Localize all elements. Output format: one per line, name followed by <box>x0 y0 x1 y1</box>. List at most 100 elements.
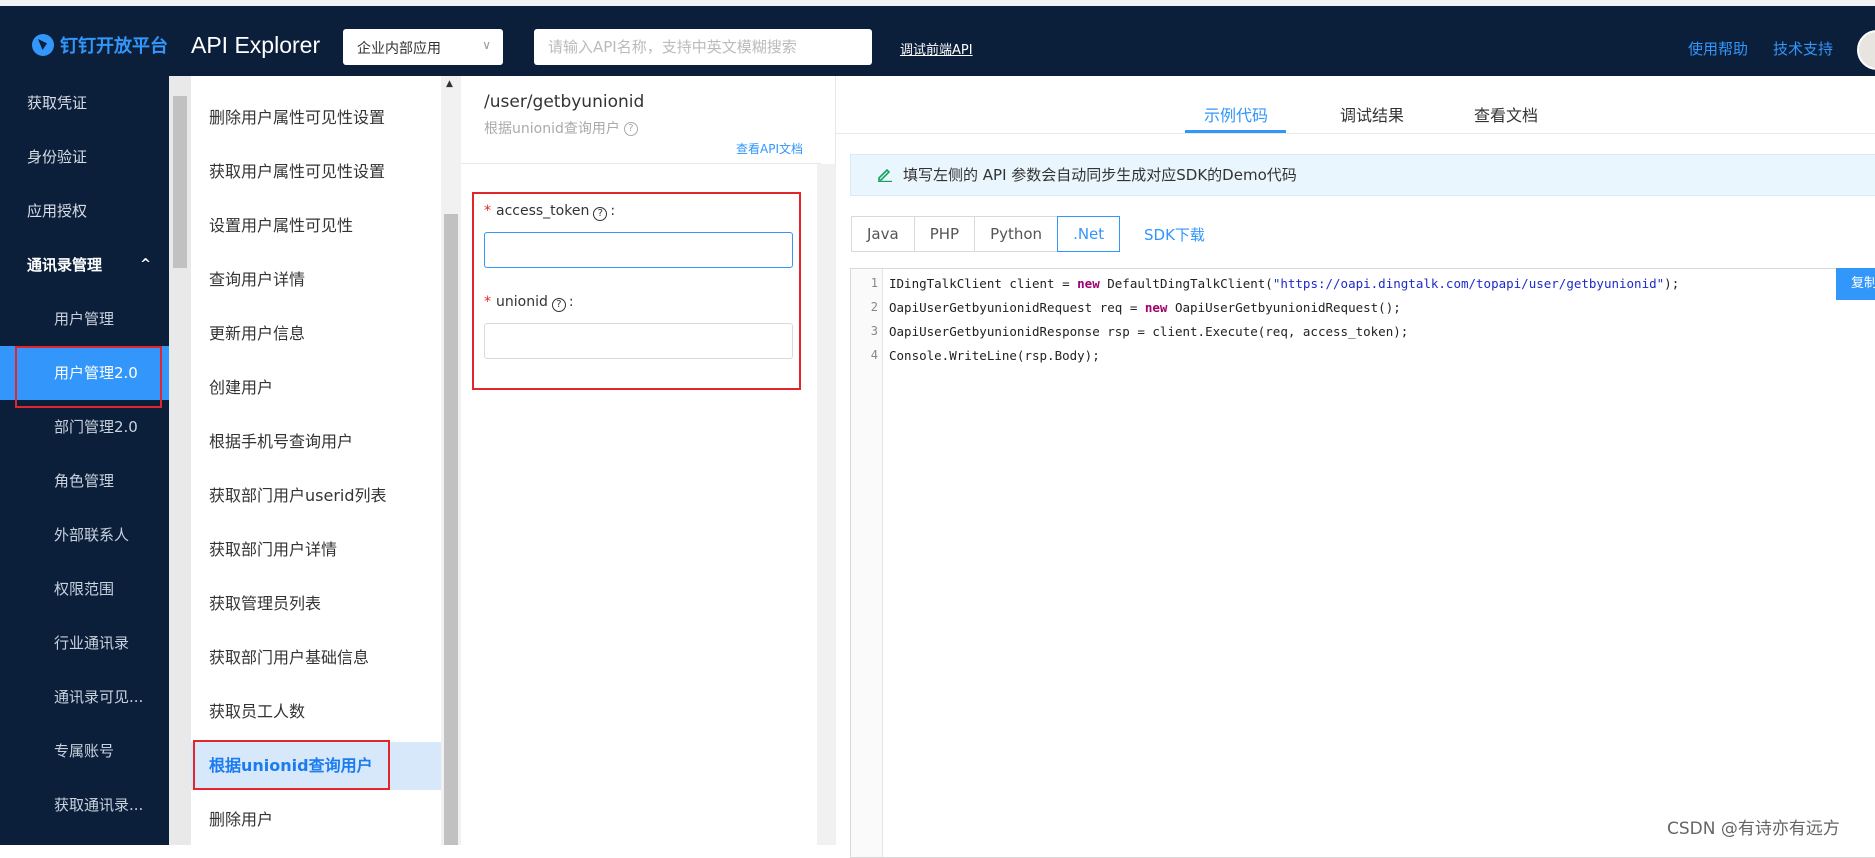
tab-debug-result[interactable]: 调试结果 <box>1340 102 1404 126</box>
api-header: /user/getbyunionid 根据unionid查询用户? 查看API文… <box>461 76 821 164</box>
edit-icon <box>878 168 892 182</box>
dingtalk-logo-icon <box>32 34 54 56</box>
access-token-label: * access_token?: <box>484 203 616 221</box>
nav-item-department-management-2[interactable]: 部门管理2.0 <box>0 400 169 454</box>
line-number: 3 <box>870 324 878 338</box>
help-icon[interactable]: ? <box>551 298 566 312</box>
api-list-scrollbar-thumb[interactable] <box>444 214 458 845</box>
code-line: OapiUserGetbyunionidResponse rsp = clien… <box>889 324 1408 339</box>
api-item[interactable]: 获取部门用户userid列表 <box>191 472 441 520</box>
notice-text: 填写左侧的 API 参数会自动同步生成对应SDK的Demo代码 <box>903 166 1297 184</box>
api-item[interactable]: 删除用户属性可见性设置 <box>191 94 441 142</box>
scroll-up-arrow-icon[interactable]: ▲ <box>446 79 453 89</box>
copy-button[interactable]: 复制 <box>1836 268 1875 300</box>
app-type-value: 企业内部应用 <box>357 41 441 57</box>
nav-item-industry-contacts[interactable]: 行业通讯录 <box>0 616 169 670</box>
nav-item-credentials[interactable]: 获取凭证 <box>0 76 169 130</box>
line-number: 2 <box>870 300 878 314</box>
api-path: /user/getbyunionid <box>484 92 645 112</box>
code-text: OapiUserGetbyunionidRequest req = <box>889 300 1145 315</box>
avatar[interactable] <box>1857 30 1875 70</box>
nav-item-exclusive-account[interactable]: 专属账号 <box>0 724 169 778</box>
nav-item-user-management-2[interactable]: 用户管理2.0 <box>0 346 169 400</box>
api-item[interactable]: 查询用户详情 <box>191 256 441 304</box>
active-tab-indicator <box>1185 130 1286 133</box>
api-search-input[interactable] <box>534 29 872 65</box>
code-string: "https://oapi.dingtalk.com/topapi/user/g… <box>1272 276 1665 291</box>
param-scrollbar[interactable] <box>817 164 836 845</box>
view-api-doc-link[interactable]: 查看API文档 <box>736 140 803 157</box>
tab-view-docs[interactable]: 查看文档 <box>1474 102 1538 126</box>
nav-scrollbar[interactable] <box>169 76 191 845</box>
api-item[interactable]: 获取部门用户详情 <box>191 526 441 574</box>
tab-lang-java[interactable]: Java <box>851 216 915 252</box>
tech-support-link[interactable]: 技术支持 <box>1773 38 1833 59</box>
api-item[interactable]: 更新用户信息 <box>191 310 441 358</box>
code-text: OapiUserGetbyunionidResponse rsp = clien… <box>889 324 1409 339</box>
line-number: 1 <box>870 276 878 290</box>
field-name: access_token <box>496 203 590 219</box>
chevron-up-icon: ^ <box>140 257 151 272</box>
api-item[interactable]: 获取用户属性可见性设置 <box>191 148 441 196</box>
debug-frontend-api-link[interactable]: 调试前端API <box>900 39 973 58</box>
tab-lang-dotnet[interactable]: .Net <box>1057 216 1121 252</box>
code-text: Console.WriteLine(rsp.Body); <box>889 348 1100 363</box>
required-marker: * <box>484 294 491 310</box>
app-type-select[interactable]: 企业内部应用 ∨ <box>343 29 503 65</box>
code-keyword: new <box>1077 276 1100 291</box>
api-item[interactable]: 获取部门用户基础信息 <box>191 634 441 682</box>
help-icon[interactable]: ? <box>593 207 608 221</box>
api-item-get-by-unionid[interactable]: 根据unionid查询用户 <box>191 742 441 790</box>
tab-lang-php[interactable]: PHP <box>913 216 976 252</box>
code-text: IDingTalkClient client = <box>889 276 1078 291</box>
nav-item-contacts-visibility[interactable]: 通讯录可见... <box>0 670 169 724</box>
api-list-scrollbar[interactable]: ▲ <box>441 76 461 845</box>
code-keyword: new <box>1144 300 1168 315</box>
code-editor[interactable]: 1 2 3 4 IDingTalkClient client = new Def… <box>850 268 1875 858</box>
line-number: 4 <box>870 348 878 362</box>
sdk-download-link[interactable]: SDK下载 <box>1144 224 1205 245</box>
api-item[interactable]: 根据手机号查询用户 <box>191 418 441 466</box>
access-token-field[interactable] <box>484 232 793 268</box>
unionid-label: * unionid?: <box>484 294 574 312</box>
nav-item-get-contacts[interactable]: 获取通讯录... <box>0 778 169 832</box>
watermark: CSDN @有诗亦有远方 <box>1667 819 1840 839</box>
api-item[interactable]: 创建用户 <box>191 364 441 412</box>
nav-group-contacts[interactable]: 通讯录管理 ^ <box>0 238 169 292</box>
result-panel: 示例代码 调试结果 查看文档 填写左侧的 API 参数会自动同步生成对应SDK的… <box>836 76 1875 858</box>
api-item[interactable]: 删除用户 <box>191 796 441 844</box>
api-list: 删除用户属性可见性设置 获取用户属性可见性设置 设置用户属性可见性 查询用户详情… <box>191 76 441 845</box>
nav-item-external-contacts[interactable]: 外部联系人 <box>0 508 169 562</box>
brand-logo[interactable]: 钉钉开放平台 <box>32 32 168 58</box>
info-notice: 填写左侧的 API 参数会自动同步生成对应SDK的Demo代码 <box>850 154 1875 196</box>
nav-item-role-management[interactable]: 角色管理 <box>0 454 169 508</box>
api-item[interactable]: 设置用户属性可见性 <box>191 202 441 250</box>
help-icon[interactable]: ? <box>623 122 638 136</box>
brand-name: 钉钉开放平台 <box>60 36 168 57</box>
chevron-down-icon: ∨ <box>482 38 491 52</box>
api-description-text: 根据unionid查询用户 <box>484 121 620 137</box>
code-text: DefaultDingTalkClient( <box>1099 276 1273 291</box>
tab-lang-python[interactable]: Python <box>974 216 1059 252</box>
param-panel: /user/getbyunionid 根据unionid查询用户? 查看API文… <box>461 76 836 845</box>
line-number-gutter: 1 2 3 4 <box>851 269 883 857</box>
api-description: 根据unionid查询用户? <box>484 118 638 138</box>
code-text: ); <box>1664 276 1680 291</box>
api-item[interactable]: 获取管理员列表 <box>191 580 441 628</box>
help-link[interactable]: 使用帮助 <box>1688 38 1748 59</box>
nav-item-user-management[interactable]: 用户管理 <box>0 292 169 346</box>
unionid-field[interactable] <box>484 323 793 359</box>
api-item[interactable]: 获取员工人数 <box>191 688 441 736</box>
code-line: IDingTalkClient client = new DefaultDing… <box>889 276 1679 291</box>
nav-scrollbar-thumb[interactable] <box>173 96 187 268</box>
nav-item-auth[interactable]: 身份验证 <box>0 130 169 184</box>
nav-item-app-authorization[interactable]: 应用授权 <box>0 184 169 238</box>
tab-sample-code[interactable]: 示例代码 <box>1204 102 1268 126</box>
top-bar: 钉钉开放平台 API Explorer 企业内部应用 ∨ 调试前端API 使用帮… <box>0 6 1875 76</box>
required-marker: * <box>484 203 491 219</box>
app-title: API Explorer <box>191 32 321 58</box>
nav-group-label: 通讯录管理 <box>27 256 103 274</box>
nav-item-permission-scope[interactable]: 权限范围 <box>0 562 169 616</box>
field-name: unionid <box>496 294 548 310</box>
code-line: Console.WriteLine(rsp.Body); <box>889 348 1100 363</box>
